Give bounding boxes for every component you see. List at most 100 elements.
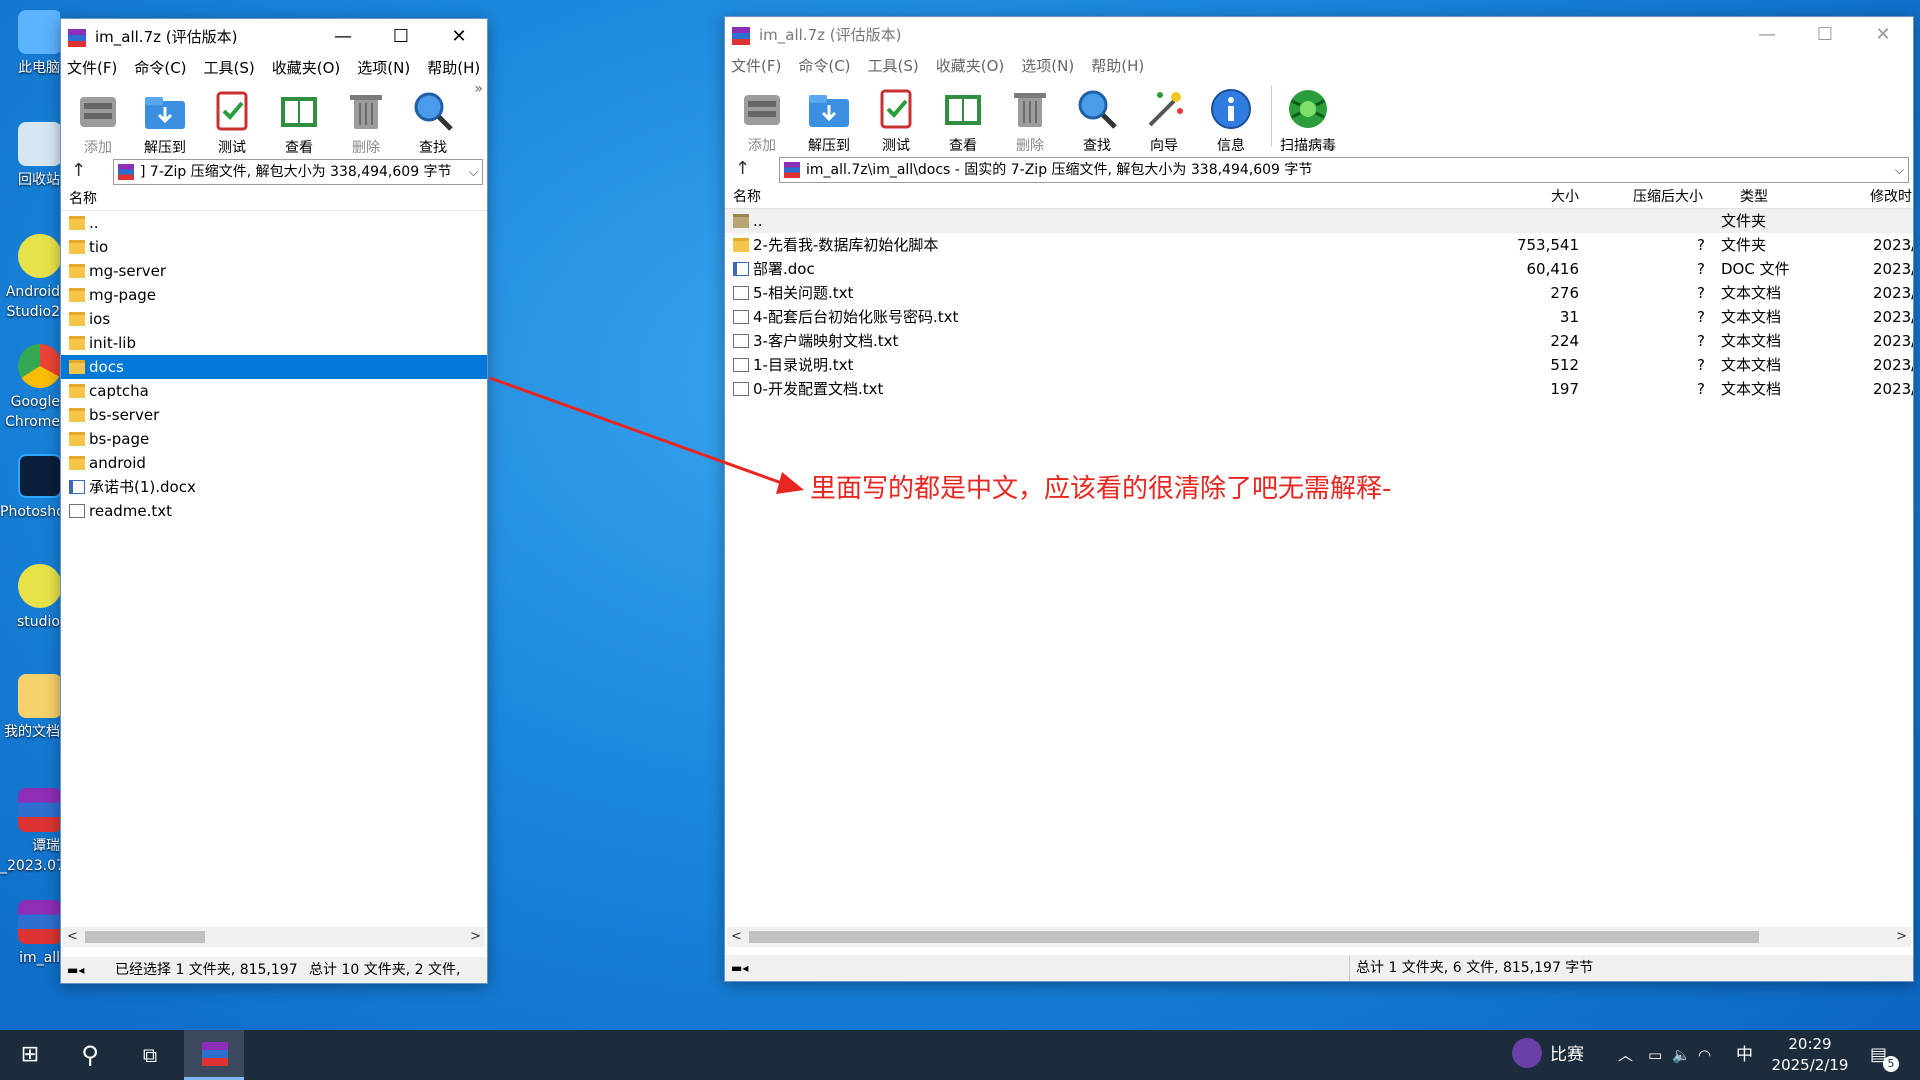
desktop-icon-im-all[interactable]: im_all	[0, 896, 60, 996]
file-list-row[interactable]: 1-目录说明.txt 512? 文本文档 2023/	[725, 353, 1913, 377]
menu-file[interactable]: 文件(F)	[67, 59, 117, 77]
game-icon[interactable]	[1512, 1038, 1542, 1068]
desktop-icon-archive-1[interactable]: 谭瑞 _2023.07	[0, 784, 60, 884]
column-name[interactable]: 名称	[69, 187, 97, 211]
address-text: im_all.7z\im_all\docs - 固实的 7-Zip 压缩文件, …	[806, 162, 1313, 178]
maximize-button[interactable]: ☐	[1796, 17, 1854, 53]
toolbar-add-button[interactable]: 添加	[729, 81, 795, 154]
ime-indicator[interactable]: 中	[1736, 1030, 1753, 1080]
file-list-row[interactable]: readme.txt	[61, 499, 487, 523]
volume-icon[interactable]: 🔈	[1672, 1030, 1691, 1080]
menu-tools[interactable]: 工具(S)	[204, 59, 255, 77]
scrollbar-thumb[interactable]	[85, 931, 205, 943]
toolbar-extract-button[interactable]: 解压到	[132, 83, 198, 156]
file-list-row[interactable]: 4-配套后台初始化账号密码.txt 31? 文本文档 2023/	[725, 305, 1913, 329]
address-bar[interactable]: ] 7-Zip 压缩文件, 解包大小为 338,494,609 字节 ⌵	[113, 159, 483, 185]
menu-tools[interactable]: 工具(S)	[868, 57, 919, 75]
annotation-text: 里面写的都是中文，应该看的很清除了吧无需解释-	[810, 474, 1392, 504]
minimize-button[interactable]: —	[1738, 17, 1796, 53]
toolbar-test-button[interactable]: 测试	[863, 81, 929, 154]
file-list-row[interactable]: mg-server	[61, 259, 487, 283]
network-icon[interactable]: ◠	[1698, 1030, 1711, 1080]
file-list-row[interactable]: tio	[61, 235, 487, 259]
file-list-row[interactable]: 承诺书(1).docx	[61, 475, 487, 499]
menu-help[interactable]: 帮助(H)	[427, 59, 480, 77]
toolbar-test-button[interactable]: 测试	[199, 83, 265, 156]
clock-time[interactable]: 20:29	[1770, 1035, 1850, 1053]
column-type[interactable]: 类型	[1740, 185, 1768, 209]
file-list-row[interactable]: ..	[61, 211, 487, 235]
notification-icon[interactable]: ▤	[1870, 1030, 1887, 1080]
task-view-button[interactable]: ⧉	[120, 1030, 180, 1080]
close-button[interactable]: ✕	[430, 19, 487, 55]
menu-favorites[interactable]: 收藏夹(O)	[936, 57, 1005, 75]
file-list-row[interactable]: ios	[61, 307, 487, 331]
file-list-row[interactable]: .. 文件夹	[725, 209, 1913, 233]
file-list-row[interactable]: 0-开发配置文档.txt 197? 文本文档 2023/	[725, 377, 1913, 401]
up-arrow-icon[interactable]: ↑	[735, 158, 750, 179]
chevron-down-icon[interactable]: ⌵	[469, 160, 478, 184]
desktop-icon-my-documents[interactable]: 我的文档	[0, 670, 60, 770]
file-list-row[interactable]: mg-page	[61, 283, 487, 307]
right-horizontal-scrollbar[interactable]: < >	[727, 927, 1911, 947]
file-list-row[interactable]: 5-相关问题.txt 276? 文本文档 2023/	[725, 281, 1913, 305]
file-list-row[interactable]: bs-page	[61, 427, 487, 451]
menu-command[interactable]: 命令(C)	[798, 57, 850, 75]
toolbar-virus-scan-button[interactable]: 扫描病毒	[1275, 81, 1341, 154]
desktop-icon-recycle-bin[interactable]: 回收站	[0, 118, 60, 218]
menu-command[interactable]: 命令(C)	[134, 59, 186, 77]
desktop-icon-studio[interactable]: studio	[0, 560, 60, 660]
battery-icon[interactable]: ▭	[1648, 1030, 1662, 1080]
close-button[interactable]: ✕	[1854, 17, 1912, 53]
minimize-button[interactable]: —	[314, 19, 372, 55]
scroll-left-arrow-icon[interactable]: <	[731, 927, 742, 947]
search-button[interactable]: ⚲	[60, 1030, 120, 1080]
maximize-button[interactable]: ☐	[372, 19, 430, 55]
toolbar-find-button[interactable]: 查找	[1064, 81, 1130, 154]
desktop-icon-photoshop[interactable]: Photoshop	[0, 450, 60, 550]
desktop-icon-android-studio[interactable]: Android Studio2	[0, 230, 60, 330]
file-list-row[interactable]: 2-先看我-数据库初始化脚本 753,541? 文件夹 2023/	[725, 233, 1913, 257]
clock-date[interactable]: 2025/2/19	[1770, 1056, 1850, 1074]
up-arrow-icon[interactable]: ↑	[71, 160, 86, 181]
toolbar-wizard-button[interactable]: 向导	[1131, 81, 1197, 154]
address-bar[interactable]: im_all.7z\im_all\docs - 固实的 7-Zip 压缩文件, …	[779, 157, 1909, 183]
start-button[interactable]: ⊞	[0, 1030, 60, 1080]
toolbar-info-button[interactable]: 信息	[1198, 81, 1264, 154]
left-horizontal-scrollbar[interactable]: < >	[63, 927, 485, 947]
toolbar-find-button[interactable]: 查找	[400, 83, 466, 156]
file-list-row[interactable]: captcha	[61, 379, 487, 403]
file-list-row[interactable]: bs-server	[61, 403, 487, 427]
file-list-row[interactable]: android	[61, 451, 487, 475]
scroll-right-arrow-icon[interactable]: >	[470, 927, 481, 947]
toolbar-extract-button[interactable]: 解压到	[796, 81, 862, 154]
taskbar-winrar[interactable]	[184, 1030, 244, 1080]
toolbar-delete-button[interactable]: 删除	[333, 83, 399, 156]
desktop-icon-chrome[interactable]: Google Chrome	[0, 340, 60, 440]
toolbar-view-button[interactable]: 查看	[266, 83, 332, 156]
menu-options[interactable]: 选项(N)	[357, 59, 410, 77]
toolbar-view-button[interactable]: 查看	[930, 81, 996, 154]
scroll-left-arrow-icon[interactable]: <	[67, 927, 78, 947]
menu-favorites[interactable]: 收藏夹(O)	[272, 59, 341, 77]
column-modified[interactable]: 修改时	[1870, 185, 1912, 209]
column-packed[interactable]: 压缩后大小	[1633, 185, 1703, 209]
toolbar-add-button[interactable]: 添加	[65, 83, 131, 156]
column-size[interactable]: 大小	[1513, 185, 1579, 209]
scroll-right-arrow-icon[interactable]: >	[1896, 927, 1907, 947]
menu-options[interactable]: 选项(N)	[1021, 57, 1074, 75]
chevron-up-icon[interactable]: ︿	[1618, 1030, 1633, 1080]
scrollbar-thumb[interactable]	[749, 931, 1759, 943]
chevron-down-icon[interactable]: ⌵	[1895, 158, 1904, 182]
game-label[interactable]: 比赛	[1550, 1030, 1584, 1080]
toolbar-delete-button[interactable]: 删除	[997, 81, 1063, 154]
menu-file[interactable]: 文件(F)	[731, 57, 781, 75]
desktop-icon-this-pc[interactable]: 此电脑	[0, 6, 60, 106]
file-list-row[interactable]: docs	[61, 355, 487, 379]
file-list-row[interactable]: init-lib	[61, 331, 487, 355]
toolbar-more-button[interactable]: »	[474, 81, 483, 97]
menu-help[interactable]: 帮助(H)	[1091, 57, 1144, 75]
file-list-row[interactable]: 3-客户端映射文档.txt 224? 文本文档 2023/	[725, 329, 1913, 353]
column-name[interactable]: 名称	[733, 185, 761, 209]
file-list-row[interactable]: 部署.doc 60,416? DOC 文件 2023/	[725, 257, 1913, 281]
